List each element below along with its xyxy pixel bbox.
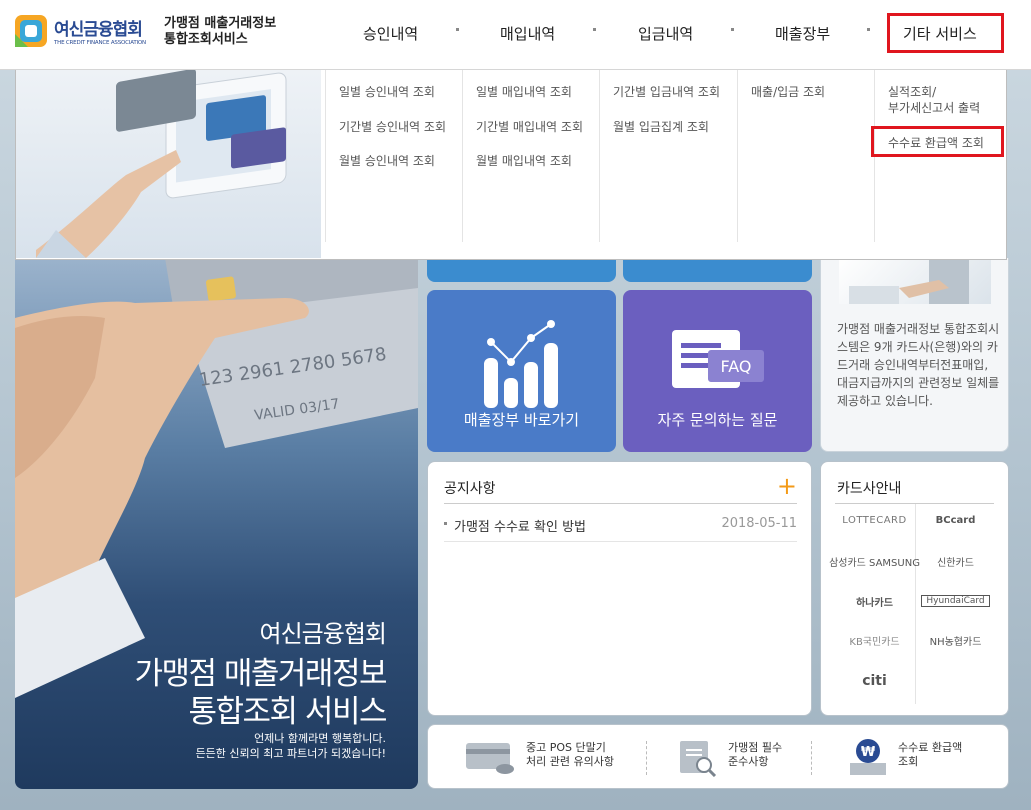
quick-links-bar: 중고 POS 단말기 처리 관련 유의사항 가맹점 필수 준수사항 ₩ 수수료 … (427, 724, 1009, 789)
card-company-panel: 카드사안내 LOTTECARD BCcard 삼성카드 SAMSUNG 신한카드… (820, 461, 1009, 716)
menu-link[interactable]: 기간별 매입내역 조회 (476, 118, 583, 135)
chart-icon (484, 320, 558, 408)
nav-separator (731, 28, 734, 31)
link-divider (811, 741, 812, 775)
nav-separator (593, 28, 596, 31)
hero-title-line3: 통합조회 서비스 (188, 694, 388, 730)
bullet-icon (444, 522, 447, 525)
merchant-rules-line1: 가맹점 필수 (728, 741, 783, 754)
quick-tile-top-right[interactable] (623, 258, 812, 282)
card-citi-logo[interactable]: citi (835, 661, 914, 701)
card-nh-logo[interactable]: NH농협카드 (916, 620, 995, 660)
menu-link[interactable]: 일별 승인내역 조회 (339, 83, 435, 100)
menu-illustration (16, 70, 321, 258)
card-company-title: 카드사안내 (837, 481, 902, 497)
link-divider (646, 741, 647, 775)
menu-link[interactable]: 기간별 승인내역 조회 (339, 118, 446, 135)
nav-approval[interactable]: 승인내역 (363, 23, 418, 44)
pos-terminal-icon (466, 743, 514, 774)
notice-more-icon[interactable]: + (777, 474, 797, 498)
merchant-rules-line2: 준수사항 (728, 755, 769, 768)
used-pos-link[interactable]: 중고 POS 단말기 처리 관련 유의사항 (526, 741, 614, 769)
quick-tile-top-left[interactable] (427, 258, 616, 282)
logo-english: THE CREDIT FINANCE ASSOCIATION (54, 40, 146, 46)
menu-link[interactable]: 부가세신고서 출력 (888, 99, 980, 116)
site-title-line2: 통합조회서비스 (164, 32, 248, 47)
handshake-illustration (849, 258, 969, 304)
site-title[interactable]: 가맹점 매출거래정보 통합조회서비스 (164, 16, 294, 48)
card-samsung-logo[interactable]: 삼성카드 SAMSUNG (829, 541, 920, 581)
fee-refund-link[interactable]: 수수료 환급액 조회 (898, 741, 962, 769)
nav-separator (867, 28, 870, 31)
menu-link[interactable]: 월별 입금집계 조회 (613, 118, 709, 135)
card-hyundai-logo[interactable]: HyundaiCard (916, 581, 995, 621)
card-shinhan-logo[interactable]: 신한카드 (916, 541, 995, 581)
menu-column-purchase: 일별 매입내역 조회 기간별 매입내역 조회 월별 매입내역 조회 (462, 70, 583, 242)
menu-link[interactable]: 월별 매입내역 조회 (476, 152, 572, 169)
document-search-icon (680, 741, 717, 777)
menu-link[interactable]: 일별 매입내역 조회 (476, 83, 572, 100)
mega-menu-dropdown: 일별 승인내역 조회 기간별 승인내역 조회 월별 승인내역 조회 일별 매입내… (15, 70, 1007, 260)
nav-separator (456, 28, 459, 31)
hero-banner: 123 2961 2780 5678 VALID 03/17 여신금융협회 가맹… (15, 258, 418, 789)
menu-link[interactable]: 매출/입금 조회 (751, 83, 825, 100)
faq-icon-text: FAQ (721, 357, 752, 376)
menu-column-deposit: 기간별 입금내역 조회 월별 입금집계 조회 (599, 70, 720, 242)
logo-name[interactable]: 여신금융협회 (54, 15, 143, 40)
service-info-box: 가맹점 매출거래정보 통합조회시스템은 9개 카드사(은행)와의 카드거래 승인… (820, 258, 1009, 452)
won-coin-icon: ₩ (850, 739, 886, 775)
header: 여신금융협회 THE CREDIT FINANCE ASSOCIATION 가맹… (0, 0, 1031, 70)
menu-link[interactable]: 월별 승인내역 조회 (339, 152, 435, 169)
menu-column-approval: 일별 승인내역 조회 기간별 승인내역 조회 월별 승인내역 조회 (325, 70, 446, 242)
merchant-rules-link[interactable]: 가맹점 필수 준수사항 (728, 741, 782, 769)
site-title-line1: 가맹점 매출거래정보 (164, 16, 277, 31)
faq-button[interactable]: FAQ 자주 문의하는 질문 (623, 290, 812, 452)
fee-refund-line1: 수수료 환급액 (898, 741, 963, 754)
service-info-text: 가맹점 매출거래정보 통합조회시스템은 9개 카드사(은행)와의 카드거래 승인… (837, 322, 1000, 408)
card-hana-logo[interactable]: 하나카드 (835, 581, 914, 621)
svg-text:₩: ₩ (861, 745, 876, 760)
menu-link[interactable]: 기간별 입금내역 조회 (613, 83, 720, 100)
menu-link[interactable]: 실적조회/ (888, 83, 936, 100)
notice-item-title[interactable]: 가맹점 수수료 확인 방법 (454, 516, 586, 535)
notice-row[interactable]: 가맹점 수수료 확인 방법 2018-05-11 (444, 514, 797, 542)
notice-title: 공지사항 (444, 481, 496, 497)
used-pos-line2: 처리 관련 유의사항 (526, 755, 614, 768)
card-hyundai-text: HyundaiCard (921, 595, 990, 607)
fee-refund-line2: 조회 (898, 755, 919, 768)
tablet-card-illustration (36, 70, 287, 258)
card-kb-logo[interactable]: KB국민카드 (835, 620, 914, 660)
faq-icon: FAQ (672, 330, 764, 388)
fee-refund-highlight (871, 126, 1004, 157)
menu-column-ledger: 매출/입금 조회 (737, 70, 825, 242)
hero-subtitle-line1: 언제나 함께라면 행복합니다. (254, 732, 386, 745)
nav-other-services-highlight (887, 13, 1004, 53)
service-info-image (839, 258, 991, 304)
faq-label: 자주 문의하는 질문 (657, 411, 778, 429)
sales-ledger-shortcut-label: 매출장부 바로가기 (463, 411, 580, 429)
notice-item-date: 2018-05-11 (721, 516, 797, 531)
notice-panel: 공지사항 + 가맹점 수수료 확인 방법 2018-05-11 (427, 461, 812, 716)
notice-divider (444, 503, 797, 504)
hero-subtitle-line2: 든든한 신뢰의 최고 파트너가 되겠습니다! (195, 747, 386, 760)
association-logo-icon[interactable] (14, 14, 48, 48)
hero-title-line1: 여신금융협회 (259, 620, 387, 648)
nav-deposit[interactable]: 입금내역 (638, 23, 693, 44)
used-pos-line1: 중고 POS 단말기 (526, 741, 606, 754)
nav-purchase[interactable]: 매입내역 (500, 23, 555, 44)
card-bc-logo[interactable]: BCcard (916, 500, 995, 540)
nav-sales-ledger[interactable]: 매출장부 (775, 23, 830, 44)
card-lotte-logo[interactable]: LOTTECARD (835, 500, 914, 540)
sales-ledger-shortcut-button[interactable]: 매출장부 바로가기 (427, 290, 616, 452)
